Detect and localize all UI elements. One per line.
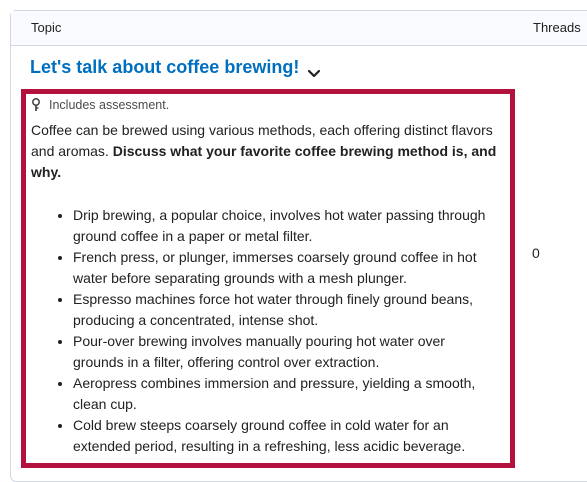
- list-item: French press, or plunger, immerses coars…: [73, 247, 503, 289]
- column-header-threads: Threads: [533, 20, 581, 35]
- rubric-pin-icon: [32, 98, 40, 111]
- topic-description: Coffee can be brewed using various metho…: [31, 120, 503, 457]
- list-item: Drip brewing, a popular choice, involves…: [73, 205, 503, 247]
- assessment-label: Includes assessment.: [49, 98, 170, 112]
- description-paragraph: Coffee can be brewed using various metho…: [31, 120, 503, 183]
- table-header-row: Topic Threads: [11, 11, 587, 46]
- brewing-methods-list: Drip brewing, a popular choice, involves…: [31, 205, 503, 457]
- list-item: Cold brew steeps coarsely ground coffee …: [73, 415, 503, 457]
- topic-title-link[interactable]: Let's talk about coffee brewing!: [30, 57, 299, 78]
- list-item: Espresso machines force hot water throug…: [73, 289, 503, 331]
- list-item: Pour-over brewing involves manually pour…: [73, 331, 503, 373]
- column-header-topic: Topic: [31, 20, 62, 35]
- list-item: Aeropress combines immersion and pressur…: [73, 373, 503, 415]
- threads-count: 0: [532, 245, 540, 261]
- chevron-down-icon[interactable]: [306, 66, 322, 82]
- assessment-note: Includes assessment.: [31, 98, 169, 112]
